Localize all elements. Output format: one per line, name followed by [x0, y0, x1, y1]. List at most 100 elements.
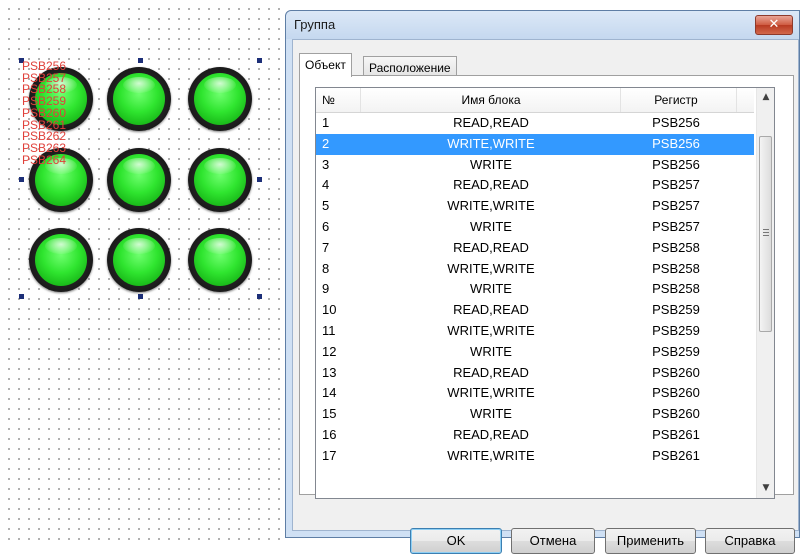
table-row[interactable]: 14 WRITE,WRITE PSB260 — [316, 383, 754, 404]
table-row[interactable]: 11 WRITE,WRITE PSB259 — [316, 321, 754, 342]
cell-number: 7 — [322, 239, 330, 255]
cell-register: PSB259 — [652, 322, 700, 338]
table-row[interactable]: 2 WRITE,WRITE PSB256 — [316, 133, 754, 155]
dialog-titlebar[interactable]: Группа ✕ — [286, 11, 799, 39]
lamp-indicator[interactable] — [107, 228, 171, 292]
table-row[interactable]: 15 WRITE PSB260 — [316, 404, 754, 425]
cell-number: 14 — [322, 385, 337, 401]
table-row[interactable]: 16 READ,READ PSB261 — [316, 425, 754, 446]
design-canvas[interactable]: PSB256 PSB257 PSB258 PSB259 PSB260 PSB26… — [0, 0, 285, 540]
table-row[interactable]: 3 WRITE PSB256 — [316, 155, 754, 176]
table-row[interactable]: 13 READ,READ PSB260 — [316, 363, 754, 384]
selection-handle[interactable] — [257, 294, 262, 299]
table-row[interactable]: 17 WRITE,WRITE PSB261 — [316, 446, 754, 467]
tab-label: Объект — [305, 58, 346, 72]
dialog-client-area: Объект Расположение № Имя блока Регистр … — [292, 39, 799, 554]
cell-number: 6 — [322, 218, 330, 234]
cell-block-name: WRITE — [470, 218, 512, 234]
cell-number: 15 — [322, 406, 337, 422]
cell-register: PSB256 — [652, 156, 700, 172]
cell-block-name: READ,READ — [453, 302, 529, 318]
column-divider[interactable] — [736, 88, 737, 112]
cell-register: PSB259 — [652, 343, 700, 359]
psb-labels: PSB256 PSB257 PSB258 PSB259 PSB260 PSB26… — [22, 60, 67, 167]
table-row[interactable]: 12 WRITE PSB259 — [316, 342, 754, 363]
cell-number: 16 — [322, 426, 337, 442]
cell-register: PSB258 — [652, 239, 700, 255]
cell-block-name: READ,READ — [453, 177, 529, 193]
ok-button[interactable]: OK — [410, 528, 502, 554]
cell-register: PSB260 — [652, 406, 700, 422]
lamp-indicator[interactable] — [188, 148, 252, 212]
cell-number: 5 — [322, 198, 330, 214]
dialog-title: Группа — [294, 17, 336, 32]
cell-number: 13 — [322, 364, 337, 380]
cell-block-name: WRITE,WRITE — [447, 198, 535, 214]
cell-register: PSB258 — [652, 281, 700, 297]
table-row[interactable]: 6 WRITE PSB257 — [316, 217, 754, 238]
cell-block-name: WRITE,WRITE — [447, 385, 535, 401]
selection-handle[interactable] — [19, 177, 24, 182]
table-row[interactable]: 5 WRITE,WRITE PSB257 — [316, 196, 754, 217]
table-row[interactable]: 4 READ,READ PSB257 — [316, 175, 754, 196]
cell-register: PSB260 — [652, 385, 700, 401]
cell-block-name: READ,READ — [453, 115, 529, 130]
lamp-indicator[interactable] — [188, 67, 252, 131]
cell-register: PSB258 — [652, 260, 700, 276]
scroll-up-button[interactable]: ▲ — [758, 89, 774, 106]
lamp-indicator[interactable] — [29, 228, 93, 292]
cell-number: 10 — [322, 302, 337, 318]
cell-number: 4 — [322, 177, 330, 193]
column-header-register[interactable]: Регистр — [616, 93, 736, 107]
cell-block-name: WRITE,WRITE — [447, 322, 535, 338]
selection-handle[interactable] — [138, 294, 143, 299]
selection-handle[interactable] — [138, 58, 143, 63]
tab-label: Расположение — [369, 61, 451, 75]
tab-object[interactable]: Объект — [299, 53, 352, 77]
table-row[interactable]: 1 READ,READ PSB256 — [316, 113, 754, 134]
column-header-block-name[interactable]: Имя блока — [401, 93, 581, 107]
table-row[interactable]: 8 WRITE,WRITE PSB258 — [316, 259, 754, 280]
cell-block-name: WRITE,WRITE — [447, 447, 535, 463]
close-button[interactable]: ✕ — [755, 15, 793, 35]
cell-block-name: WRITE — [470, 281, 512, 297]
group-dialog: Группа ✕ Объект Расположение № Имя блока… — [285, 10, 800, 554]
table-row[interactable]: 10 READ,READ PSB259 — [316, 300, 754, 321]
cell-register: PSB256 — [652, 115, 700, 130]
block-list[interactable]: № Имя блока Регистр 1 READ,READ PSB256 2 WRI… — [315, 87, 775, 499]
cancel-button[interactable]: Отмена — [511, 528, 595, 554]
list-header: № Имя блока Регистр — [316, 88, 754, 113]
psb-label: PSB264 — [22, 152, 67, 167]
tab-layout[interactable]: Расположение — [363, 56, 457, 77]
selection-handle[interactable] — [257, 58, 262, 63]
selection-handle[interactable] — [257, 177, 262, 182]
cell-number: 9 — [322, 281, 330, 297]
cell-register: PSB257 — [652, 198, 700, 214]
table-row[interactable]: 9 WRITE PSB258 — [316, 279, 754, 300]
cell-number: 8 — [322, 260, 330, 276]
cell-register: PSB260 — [652, 364, 700, 380]
cell-register: PSB257 — [652, 177, 700, 193]
cell-number: 11 — [322, 322, 336, 338]
cell-block-name: WRITE — [470, 343, 512, 359]
cell-block-name: READ,READ — [453, 239, 529, 255]
lamp-indicator[interactable] — [107, 67, 171, 131]
column-divider[interactable] — [360, 88, 361, 112]
lamp-indicator[interactable] — [188, 228, 252, 292]
table-row[interactable]: 7 READ,READ PSB258 — [316, 238, 754, 259]
cell-register: PSB259 — [652, 302, 700, 318]
cell-register: PSB256 — [652, 135, 700, 151]
scroll-down-button[interactable]: ▼ — [758, 480, 774, 497]
cell-number: 12 — [322, 343, 337, 359]
scrollbar-thumb[interactable] — [759, 136, 772, 332]
column-header-number[interactable]: № — [322, 93, 335, 107]
apply-button[interactable]: Применить — [605, 528, 696, 554]
vertical-scrollbar[interactable]: ▲ ▼ — [756, 88, 774, 498]
cell-number: 2 — [322, 135, 330, 151]
help-button[interactable]: Справка — [705, 528, 795, 554]
grip-icon — [763, 229, 769, 236]
lamp-indicator[interactable] — [107, 148, 171, 212]
cell-block-name: READ,READ — [453, 426, 529, 442]
cell-block-name: WRITE — [470, 406, 512, 422]
selection-handle[interactable] — [19, 294, 24, 299]
